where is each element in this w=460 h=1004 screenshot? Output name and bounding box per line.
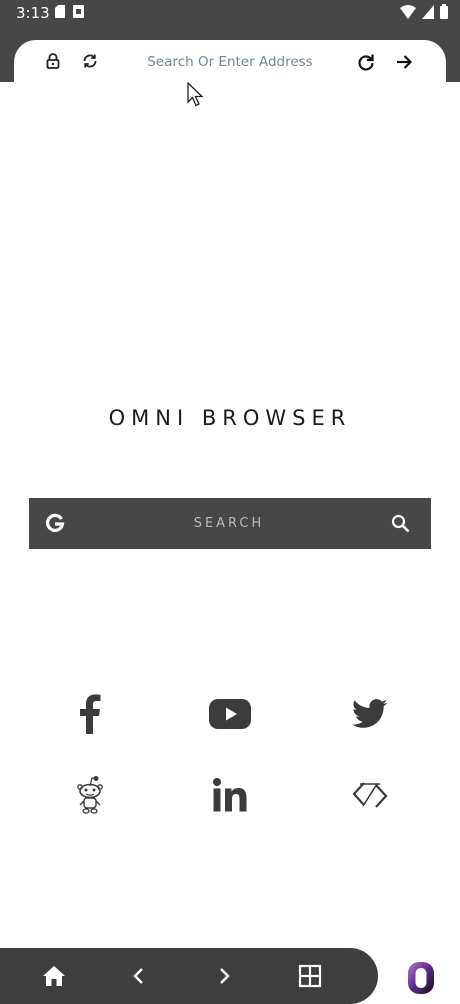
shortcut-web[interactable] [345, 770, 395, 820]
google-g-icon[interactable] [45, 513, 65, 538]
sync-icon[interactable] [82, 53, 98, 74]
status-time: 3:13 [16, 4, 50, 22]
reload-icon[interactable] [356, 52, 376, 77]
mouse-cursor-icon [187, 82, 204, 107]
reddit-icon [77, 776, 103, 814]
wifi-icon [400, 4, 416, 19]
search-input[interactable]: SEARCH [149, 516, 309, 531]
battery-icon [440, 4, 448, 19]
bottom-nav-bar [0, 948, 378, 1004]
notification-icon [73, 5, 84, 18]
status-left-icons [55, 5, 84, 18]
sim-card-icon [55, 5, 65, 18]
twitter-icon [352, 699, 388, 728]
signal-icon [422, 4, 434, 19]
go-arrow-icon[interactable] [394, 52, 414, 77]
shortcut-reddit[interactable] [65, 770, 115, 820]
shortcut-facebook[interactable] [65, 689, 115, 739]
back-icon[interactable] [125, 962, 153, 990]
address-input[interactable]: Search Or Enter Address [124, 54, 336, 70]
forward-icon[interactable] [210, 962, 238, 990]
brand-title: OMNI BROWSER [108, 406, 352, 430]
address-bar[interactable]: Search Or Enter Address [14, 40, 446, 86]
shortcut-twitter[interactable] [345, 689, 395, 739]
lock-icon[interactable] [46, 53, 60, 74]
search-bar[interactable]: SEARCH [29, 498, 431, 549]
search-icon[interactable] [391, 514, 410, 538]
facebook-icon [80, 694, 101, 734]
shortcut-youtube[interactable] [205, 689, 255, 739]
omni-logo-icon[interactable] [406, 960, 436, 1001]
web-app-icon [352, 782, 388, 808]
tabs-grid-icon[interactable] [296, 962, 324, 990]
home-icon[interactable] [40, 962, 68, 990]
linkedin-icon [213, 778, 247, 812]
shortcut-linkedin[interactable] [205, 770, 255, 820]
status-right-icons [400, 4, 448, 19]
youtube-icon [209, 699, 251, 729]
